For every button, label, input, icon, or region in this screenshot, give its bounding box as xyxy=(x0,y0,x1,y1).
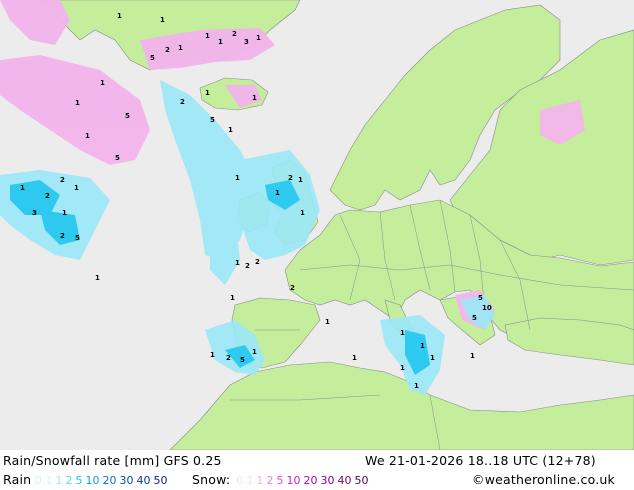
svg-text:5: 5 xyxy=(150,54,155,62)
footer: Rain/Snowfall rate [mm] GFS 0.25 We 21-0… xyxy=(0,450,634,490)
valid-time: We 21-01-2026 18..18 UTC (12+78) xyxy=(365,453,596,468)
svg-text:1: 1 xyxy=(430,354,435,362)
svg-text:2: 2 xyxy=(255,258,260,266)
svg-text:2: 2 xyxy=(180,98,185,106)
svg-text:1: 1 xyxy=(420,342,425,350)
svg-text:5: 5 xyxy=(240,356,245,364)
svg-text:1: 1 xyxy=(218,38,223,46)
svg-text:1: 1 xyxy=(252,94,257,102)
svg-text:1: 1 xyxy=(100,79,105,87)
svg-text:1: 1 xyxy=(62,209,67,217)
svg-text:1: 1 xyxy=(300,209,305,217)
snow-scale-item: 10 xyxy=(286,474,301,487)
svg-text:1: 1 xyxy=(178,44,183,52)
svg-text:2: 2 xyxy=(226,354,231,362)
svg-text:1: 1 xyxy=(20,184,25,192)
svg-text:10: 10 xyxy=(482,304,492,312)
rain-scale-item: 30 xyxy=(119,474,134,487)
credit-text: ©weatheronline.co.uk xyxy=(472,472,615,487)
svg-text:2: 2 xyxy=(232,30,237,38)
title-text: Rain/Snowfall rate [mm] xyxy=(3,453,160,468)
svg-text:1: 1 xyxy=(252,348,257,356)
svg-text:2: 2 xyxy=(45,192,50,200)
rain-scale-item: 40 xyxy=(136,474,151,487)
svg-text:5: 5 xyxy=(115,154,120,162)
snow-scale-item: 30 xyxy=(320,474,335,487)
svg-text:1: 1 xyxy=(400,364,405,372)
rain-scale-item: 5 xyxy=(75,474,83,487)
precipitation-map: 1 11 123 152 111 515 211 23 1 2 51 215 111 … xyxy=(0,0,634,450)
svg-text:1: 1 xyxy=(235,259,240,267)
svg-text:1: 1 xyxy=(117,12,122,20)
rain-scale-item: 50 xyxy=(153,474,168,487)
snow-scale-item: 20 xyxy=(303,474,318,487)
svg-text:1: 1 xyxy=(205,32,210,40)
svg-text:1: 1 xyxy=(275,189,280,197)
svg-text:5: 5 xyxy=(210,116,215,124)
svg-text:1: 1 xyxy=(470,352,475,360)
svg-text:1: 1 xyxy=(85,132,90,140)
svg-text:2: 2 xyxy=(288,174,293,182)
snow-scale-item: 50 xyxy=(354,474,369,487)
svg-text:2: 2 xyxy=(60,232,65,240)
svg-text:5: 5 xyxy=(125,112,130,120)
svg-text:5: 5 xyxy=(75,234,80,242)
svg-text:2: 2 xyxy=(165,46,170,54)
snow-scale-item: 1 xyxy=(256,474,264,487)
rain-scale-item: 10 xyxy=(85,474,100,487)
svg-text:1: 1 xyxy=(228,126,233,134)
svg-text:5: 5 xyxy=(478,294,483,302)
svg-text:1: 1 xyxy=(256,34,261,42)
svg-text:1: 1 xyxy=(414,382,419,390)
svg-text:1: 1 xyxy=(400,329,405,337)
snow-label: Snow: xyxy=(192,472,231,487)
rain-scale-item: 2 xyxy=(65,474,73,487)
svg-text:1: 1 xyxy=(75,99,80,107)
model-text: GFS 0.25 xyxy=(163,453,222,468)
rain-label: Rain xyxy=(3,472,32,487)
snow-scale-item: 0.1 xyxy=(236,474,254,487)
svg-text:1: 1 xyxy=(205,89,210,97)
svg-text:3: 3 xyxy=(244,38,249,46)
svg-text:2: 2 xyxy=(245,262,250,270)
svg-text:1: 1 xyxy=(352,354,357,362)
svg-text:1: 1 xyxy=(325,318,330,326)
chart-root: 111 123 152 111 515 211 231 251 215 111 … xyxy=(0,0,634,490)
rain-scale-item: 20 xyxy=(102,474,117,487)
svg-text:5: 5 xyxy=(472,314,477,322)
map-title: Rain/Snowfall rate [mm] GFS 0.25 xyxy=(3,453,222,468)
svg-text:1: 1 xyxy=(235,174,240,182)
snow-scale-item: 40 xyxy=(337,474,352,487)
rain-scale: 0.1 1 2 5 10 20 30 40 50 xyxy=(35,474,171,487)
snow-scale-item: 2 xyxy=(266,474,274,487)
svg-text:2: 2 xyxy=(290,284,295,292)
svg-text:1: 1 xyxy=(160,16,165,24)
svg-text:2: 2 xyxy=(60,176,65,184)
svg-text:1: 1 xyxy=(298,176,303,184)
rain-scale-item: 1 xyxy=(55,474,63,487)
rain-scale-item: 0.1 xyxy=(35,474,53,487)
svg-text:1: 1 xyxy=(95,274,100,282)
svg-text:1: 1 xyxy=(74,184,79,192)
svg-text:1: 1 xyxy=(230,294,235,302)
svg-text:3: 3 xyxy=(32,209,37,217)
svg-text:1: 1 xyxy=(210,351,215,359)
snow-scale-item: 5 xyxy=(276,474,284,487)
snow-scale: 0.1 1 2 5 10 20 30 40 50 xyxy=(236,474,372,487)
